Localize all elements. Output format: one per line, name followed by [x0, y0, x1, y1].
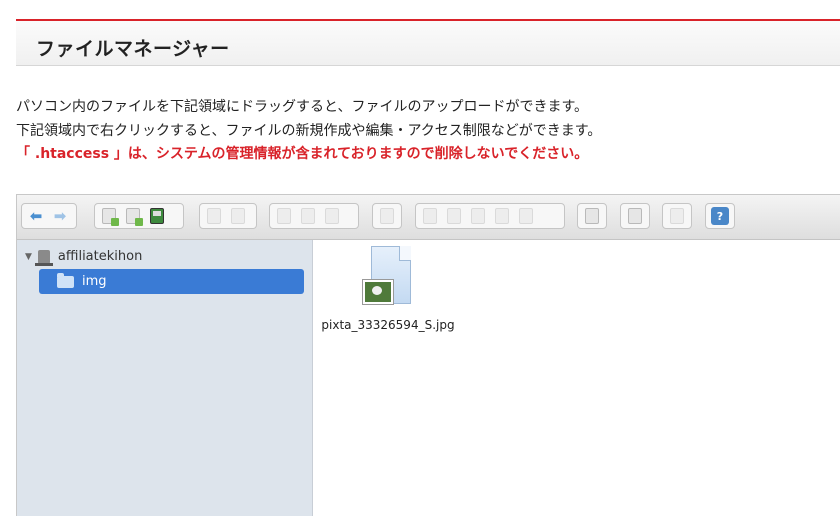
file-name: pixta_33326594_S.jpg: [321, 318, 455, 332]
toolbar-group-display: [577, 203, 607, 229]
lock-icon: [670, 208, 684, 224]
paste-button[interactable]: [320, 205, 344, 227]
resize-button[interactable]: [514, 205, 538, 227]
open-icon: [207, 208, 221, 224]
help-icon: ?: [711, 207, 729, 225]
forward-button[interactable]: ➡: [48, 205, 72, 227]
save-as-icon: [231, 208, 245, 224]
toolbar-group-edit: [415, 203, 565, 229]
toolbar-group-preview: [620, 203, 650, 229]
title-bar: ファイルマネージャー: [16, 21, 840, 66]
save-icon: [150, 208, 164, 224]
toolbar-group-permissions: [662, 203, 692, 229]
copy-button[interactable]: [272, 205, 296, 227]
caret-down-icon[interactable]: ▼: [25, 252, 32, 262]
tree-root-label: affiliatekihon: [57, 249, 143, 264]
tree-root[interactable]: ▼ affiliatekihon: [25, 249, 143, 266]
view-button[interactable]: [580, 205, 604, 227]
info-button[interactable]: [375, 205, 399, 227]
forward-arrow-icon: ➡: [53, 206, 67, 225]
help-button[interactable]: ?: [708, 205, 732, 227]
open-button[interactable]: [202, 205, 226, 227]
toolbar-group-help: ?: [705, 203, 735, 229]
drive-icon: [34, 249, 53, 266]
select-button[interactable]: [442, 205, 466, 227]
view-icon: [585, 208, 599, 224]
file-item[interactable]: pixta_33326594_S.jpg: [313, 246, 463, 332]
tree-item-label: img: [82, 274, 107, 289]
toolbar-group-navigation: ⬅ ➡: [21, 203, 77, 229]
archive-button[interactable]: [490, 205, 514, 227]
file-list: pixta_33326594_S.jpg: [313, 240, 840, 516]
file-manager: ⬅ ➡ ? ▼ affiliatekihon img pixta_3332659…: [16, 194, 840, 516]
image-file-icon: [363, 246, 413, 306]
extract-icon: [471, 208, 485, 224]
description: パソコン内のファイルを下記領域にドラッグすると、ファイルのアップロードができます…: [16, 96, 601, 167]
archive-icon: [495, 208, 509, 224]
new-file-icon: [126, 208, 143, 226]
preview-button[interactable]: [623, 205, 647, 227]
select-icon: [447, 208, 461, 224]
cut-button[interactable]: [296, 205, 320, 227]
save-as-button[interactable]: [226, 205, 250, 227]
upload-icon: [102, 208, 119, 226]
duplicate-button[interactable]: [418, 205, 442, 227]
save-button[interactable]: [145, 205, 169, 227]
toolbar-group-view: [199, 203, 257, 229]
toolbar-group-clipboard: [269, 203, 359, 229]
folder-icon: [57, 272, 74, 288]
paste-icon: [325, 208, 339, 224]
new-file-button[interactable]: [121, 205, 145, 227]
copy-icon: [277, 208, 291, 224]
tree-item-img[interactable]: img: [39, 269, 304, 294]
duplicate-icon: [423, 208, 437, 224]
htaccess-warning: 「 .htaccess 」は、システムの管理情報が含まれておりますので削除しない…: [16, 146, 589, 162]
page-title: ファイルマネージャー: [36, 38, 230, 60]
toolbar: ⬅ ➡ ?: [17, 195, 840, 240]
resize-icon: [519, 208, 533, 224]
description-line-2: 下記領域内で右クリックすると、ファイルの新規作成や編集・アクセス制限などができま…: [16, 122, 602, 139]
preview-icon: [628, 208, 642, 224]
info-icon: [380, 208, 394, 224]
cut-icon: [301, 208, 315, 224]
description-line-1: パソコン内のファイルを下記領域にドラッグすると、ファイルのアップロードができます…: [16, 99, 589, 115]
upload-button[interactable]: [97, 205, 121, 227]
back-button[interactable]: ⬅: [24, 205, 48, 227]
extract-button[interactable]: [466, 205, 490, 227]
toolbar-group-file-ops: [94, 203, 184, 229]
toolbar-group-info: [372, 203, 402, 229]
folder-tree: ▼ affiliatekihon img: [17, 240, 313, 516]
permissions-button[interactable]: [665, 205, 689, 227]
back-arrow-icon: ⬅: [29, 206, 43, 225]
